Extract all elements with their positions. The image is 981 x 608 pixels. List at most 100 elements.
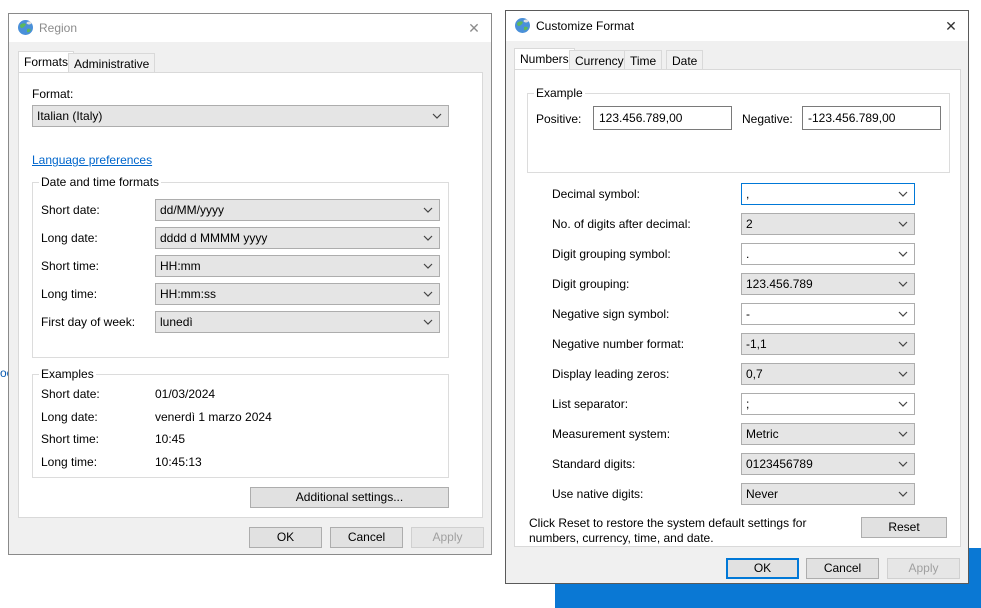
tab-formats[interactable]: Formats — [18, 51, 75, 73]
short-time-combo[interactable]: HH:mm — [155, 255, 440, 277]
customize-close-icon[interactable]: ✕ — [934, 11, 968, 41]
long-time-combo[interactable]: HH:mm:ss — [155, 283, 440, 305]
reset-info-text-line2: numbers, currency, time, and date. — [529, 531, 714, 545]
reset-button[interactable]: Reset — [861, 517, 947, 538]
digit-grouping-symbol-combo[interactable]: . — [741, 243, 915, 265]
chevron-down-icon — [898, 341, 908, 347]
tab-numbers[interactable]: Numbers — [514, 48, 575, 70]
customize-cancel-button[interactable]: Cancel — [806, 558, 879, 579]
language-preferences-link[interactable]: Language preferences — [32, 153, 152, 167]
long-time-value: HH:mm:ss — [160, 287, 216, 301]
customize-title: Customize Format — [536, 19, 635, 33]
chevron-down-icon — [423, 235, 433, 241]
date-time-formats-group: Date and time formats Short date: dd/MM/… — [32, 175, 449, 358]
long-date-combo[interactable]: dddd d MMMM yyyy — [155, 227, 440, 249]
chevron-down-icon — [898, 431, 908, 437]
digit-grouping-symbol-value: . — [746, 247, 750, 261]
negative-sign-symbol-value: - — [746, 307, 750, 321]
ex-long-date-value: venerdì 1 marzo 2024 — [155, 410, 272, 424]
negative-number-format-combo[interactable]: -1,1 — [741, 333, 915, 355]
negative-example-value: -123.456.789,00 — [808, 111, 896, 125]
region-close-icon[interactable]: ✕ — [457, 14, 491, 42]
digit-grouping-label: Digit grouping: — [552, 277, 630, 291]
use-native-digits-value: Never — [746, 487, 779, 501]
digit-grouping-symbol-label: Digit grouping symbol: — [552, 247, 671, 261]
format-label: Format: — [32, 87, 74, 101]
ex-short-date-label: Short date: — [41, 387, 100, 401]
tab-date[interactable]: Date — [666, 50, 704, 70]
customize-apply-button[interactable]: Apply — [887, 558, 960, 579]
ex-long-date-label: Long date: — [41, 410, 98, 424]
first-day-combo[interactable]: lunedì — [155, 311, 440, 333]
chevron-down-icon — [898, 191, 908, 197]
decimal-symbol-value: , — [746, 187, 750, 201]
globe-icon — [18, 20, 33, 35]
negative-sign-symbol-label: Negative sign symbol: — [552, 307, 670, 321]
chevron-down-icon — [898, 371, 908, 377]
display-leading-zeros-value: 0,7 — [746, 367, 763, 381]
chevron-down-icon — [423, 319, 433, 325]
first-day-value: lunedì — [160, 315, 193, 329]
positive-example-field: 123.456.789,00 — [593, 106, 732, 130]
customize-format-window: Customize Format ✕ Numbers Currency Time… — [505, 10, 969, 584]
chevron-down-icon — [423, 263, 433, 269]
negative-sign-symbol-combo[interactable]: - — [741, 303, 915, 325]
reset-info-text-line1: Click Reset to restore the system defaul… — [529, 516, 807, 530]
date-time-formats-legend: Date and time formats — [39, 175, 162, 189]
chevron-down-icon — [898, 491, 908, 497]
first-day-label: First day of week: — [41, 315, 136, 329]
standard-digits-label: Standard digits: — [552, 457, 636, 471]
list-separator-label: List separator: — [552, 397, 629, 411]
ex-long-time-label: Long time: — [41, 455, 98, 469]
measurement-system-combo[interactable]: Metric — [741, 423, 915, 445]
ex-short-time-value: 10:45 — [155, 432, 186, 446]
negative-label: Negative: — [742, 112, 793, 126]
chevron-down-icon — [432, 113, 442, 119]
digit-grouping-combo[interactable]: 123.456.789 — [741, 273, 915, 295]
decimal-symbol-combo[interactable]: , — [741, 183, 915, 205]
examples-legend: Examples — [39, 367, 96, 381]
measurement-system-label: Measurement system: — [552, 427, 671, 441]
chevron-down-icon — [423, 291, 433, 297]
customize-ok-button[interactable]: OK — [726, 558, 799, 579]
long-date-label: Long date: — [41, 231, 98, 245]
digits-after-decimal-combo[interactable]: 2 — [741, 213, 915, 235]
region-titlebar[interactable]: Region ✕ — [9, 14, 491, 42]
ex-long-time-value: 10:45:13 — [155, 455, 202, 469]
display-leading-zeros-combo[interactable]: 0,7 — [741, 363, 915, 385]
region-ok-button[interactable]: OK — [249, 527, 322, 548]
chevron-down-icon — [898, 251, 908, 257]
globe-icon — [515, 18, 530, 33]
chevron-down-icon — [898, 401, 908, 407]
additional-settings-button[interactable]: Additional settings... — [250, 487, 449, 508]
standard-digits-combo[interactable]: 0123456789 — [741, 453, 915, 475]
display-leading-zeros-label: Display leading zeros: — [552, 367, 670, 381]
ex-short-time-label: Short time: — [41, 432, 100, 446]
long-time-label: Long time: — [41, 287, 98, 301]
negative-number-format-label: Negative number format: — [552, 337, 685, 351]
format-combo[interactable]: Italian (Italy) — [32, 105, 449, 127]
ex-short-date-value: 01/03/2024 — [155, 387, 216, 401]
use-native-digits-label: Use native digits: — [552, 487, 644, 501]
tab-administrative[interactable]: Administrative — [68, 53, 156, 73]
customize-titlebar[interactable]: Customize Format ✕ — [506, 11, 968, 41]
long-date-value: dddd d MMMM yyyy — [160, 231, 268, 245]
formats-panel: Format: Italian (Italy) Language prefere… — [18, 72, 483, 518]
decimal-symbol-label: Decimal symbol: — [552, 187, 641, 201]
use-native-digits-combo[interactable]: Never — [741, 483, 915, 505]
digits-after-decimal-label: No. of digits after decimal: — [552, 217, 691, 231]
digits-after-decimal-value: 2 — [746, 217, 753, 231]
chevron-down-icon — [898, 311, 908, 317]
region-cancel-button[interactable]: Cancel — [330, 527, 403, 548]
list-separator-combo[interactable]: ; — [741, 393, 915, 415]
short-date-label: Short date: — [41, 203, 100, 217]
region-apply-button[interactable]: Apply — [411, 527, 484, 548]
example-group: Example Positive: 123.456.789,00 Negativ… — [527, 86, 950, 173]
tab-time[interactable]: Time — [624, 50, 663, 70]
region-window: Region ✕ Formats Administrative Format: … — [8, 13, 492, 555]
short-date-combo[interactable]: dd/MM/yyyy — [155, 199, 440, 221]
short-time-label: Short time: — [41, 259, 100, 273]
digit-grouping-value: 123.456.789 — [746, 277, 813, 291]
standard-digits-value: 0123456789 — [746, 457, 813, 471]
tab-currency[interactable]: Currency — [569, 50, 630, 70]
